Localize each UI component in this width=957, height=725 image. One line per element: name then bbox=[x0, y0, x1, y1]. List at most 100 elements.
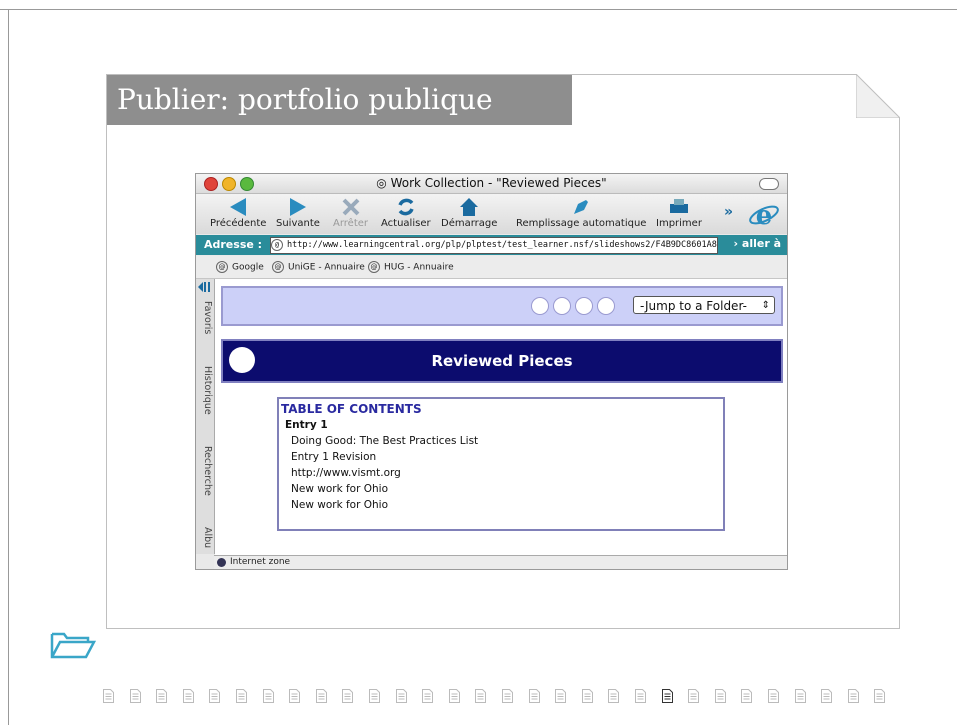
slide-title-bar: Publier: portfolio publique bbox=[107, 75, 572, 125]
page-banner: Reviewed Pieces bbox=[221, 339, 783, 383]
slide-page-icon[interactable] bbox=[502, 689, 513, 703]
favorite-hug[interactable]: @ HUG - Annuaire bbox=[368, 261, 454, 273]
slide-page-icon[interactable] bbox=[555, 689, 567, 703]
toc-item[interactable]: http://www.vismt.org bbox=[291, 467, 401, 479]
slideshow-navbar: -Jump to a Folder- ⇕ bbox=[221, 286, 783, 326]
banner-title: Reviewed Pieces bbox=[431, 352, 573, 370]
back-arrow-icon bbox=[230, 198, 247, 216]
forward-arrow-icon bbox=[289, 198, 306, 216]
slide-page-navigator bbox=[103, 689, 903, 709]
back-button[interactable]: Précédente bbox=[210, 196, 266, 229]
previous-slide-button[interactable] bbox=[553, 297, 571, 315]
go-button[interactable]: › aller à bbox=[734, 237, 781, 250]
slide-page-icon[interactable] bbox=[741, 689, 753, 703]
home-button[interactable]: Démarrage bbox=[441, 196, 497, 229]
refresh-button[interactable]: Actualiser bbox=[381, 196, 431, 229]
first-slide-button[interactable] bbox=[531, 297, 549, 315]
slide-page-icon[interactable] bbox=[262, 689, 274, 703]
slide-page-icon[interactable] bbox=[369, 689, 380, 703]
slide-page-icon[interactable] bbox=[129, 689, 141, 703]
link-icon: @ bbox=[272, 261, 284, 273]
toc-item[interactable]: New work for Ohio bbox=[291, 483, 388, 495]
slide-page-icon[interactable] bbox=[874, 689, 886, 703]
browser-toolbar: Précédente Suivante Arrêter Actualiser D… bbox=[196, 194, 787, 234]
refresh-icon bbox=[398, 198, 414, 216]
page-content: -Jump to a Folder- ⇕ Reviewed Pieces TABL… bbox=[215, 279, 787, 555]
slide-page-icon[interactable] bbox=[182, 689, 194, 703]
slide-page-icon[interactable] bbox=[608, 689, 620, 703]
favorite-unige[interactable]: @ UniGE - Annuaire bbox=[272, 261, 365, 273]
internet-explorer-logo-icon: e bbox=[749, 201, 779, 231]
slide-page-icon[interactable] bbox=[395, 689, 407, 703]
address-label: Adresse : bbox=[204, 238, 263, 251]
page-icon: @ bbox=[271, 238, 283, 251]
address-input[interactable]: @ http://www.learningcentral.org/plp/plpt… bbox=[270, 237, 718, 254]
table-of-contents: TABLE OF CONTENTS Entry 1 Doing Good: Th… bbox=[277, 397, 725, 531]
sidebar-tab-album[interactable]: Albu bbox=[197, 527, 213, 548]
window-title: ◎ Work Collection - "Reviewed Pieces" bbox=[376, 176, 607, 190]
globe-icon bbox=[217, 558, 226, 567]
select-arrows-icon: ⇕ bbox=[761, 300, 770, 311]
sidebar-toggle-icon[interactable] bbox=[198, 282, 212, 292]
stop-button[interactable]: Arrêter bbox=[333, 196, 368, 229]
slide-page-icon[interactable] bbox=[768, 689, 779, 703]
sidebar-tab-favoris[interactable]: Favoris bbox=[197, 301, 213, 334]
page-corner-fold bbox=[856, 74, 900, 118]
print-button[interactable]: Imprimer bbox=[656, 196, 702, 229]
address-bar: Adresse : @ http://www.learningcentral.or… bbox=[196, 235, 787, 255]
sidebar-tab-historique[interactable]: Historique bbox=[197, 366, 213, 415]
slide-page-icon[interactable] bbox=[289, 689, 301, 703]
slide-page-icon[interactable] bbox=[422, 689, 434, 703]
autofill-button[interactable]: Remplissage automatique bbox=[516, 196, 646, 229]
slide-page-icon[interactable] bbox=[209, 689, 221, 703]
sidebar-tab-recherche[interactable]: Recherche bbox=[197, 446, 213, 496]
toc-item[interactable]: New work for Ohio bbox=[291, 499, 388, 511]
slide-page-icon[interactable] bbox=[103, 689, 114, 703]
printer-icon bbox=[669, 199, 688, 213]
favorite-google[interactable]: @ Google bbox=[216, 261, 264, 273]
link-icon: @ bbox=[368, 261, 380, 273]
current-slide-page-icon[interactable] bbox=[661, 689, 673, 703]
slide-page-icon[interactable] bbox=[342, 689, 354, 703]
pen-icon bbox=[574, 200, 589, 214]
slide-title: Publier: portfolio publique bbox=[117, 83, 493, 116]
slide-page-icon[interactable] bbox=[714, 689, 726, 703]
explorer-sidebar: Favoris Historique Recherche Albu bbox=[196, 279, 215, 554]
toc-item[interactable]: Doing Good: The Best Practices List bbox=[291, 435, 478, 447]
more-button[interactable]: » bbox=[724, 204, 733, 220]
folder-icon[interactable] bbox=[50, 630, 96, 660]
toolbar-toggle-button[interactable] bbox=[759, 178, 779, 190]
slide-page-icon[interactable] bbox=[821, 689, 833, 703]
frame-top-line bbox=[0, 9, 957, 10]
toc-entry[interactable]: Entry 1 bbox=[285, 419, 328, 431]
slide-page-icon[interactable] bbox=[794, 689, 806, 703]
favorites-bar: @ Google @ UniGE - Annuaire @ HUG - Annuair… bbox=[196, 256, 787, 279]
home-icon bbox=[460, 198, 479, 216]
stop-x-icon bbox=[342, 198, 359, 216]
window-titlebar: ◎ Work Collection - "Reviewed Pieces" bbox=[196, 174, 787, 194]
frame-left-line bbox=[8, 9, 9, 725]
status-bar: Internet zone bbox=[214, 555, 787, 569]
slide-page-icon[interactable] bbox=[236, 689, 247, 703]
status-text: Internet zone bbox=[230, 557, 291, 567]
slide-page-icon[interactable] bbox=[581, 689, 593, 703]
jump-to-folder-select[interactable]: -Jump to a Folder- ⇕ bbox=[633, 296, 775, 314]
link-icon: @ bbox=[216, 261, 228, 273]
slide-page-icon[interactable] bbox=[315, 689, 327, 703]
page-icon: ◎ bbox=[376, 176, 391, 190]
slide: Publier: portfolio publique ◎ Work Colle… bbox=[106, 74, 900, 629]
slide-page-icon[interactable] bbox=[528, 689, 540, 703]
slide-page-icon[interactable] bbox=[847, 689, 859, 703]
slide-page-icon[interactable] bbox=[475, 689, 487, 703]
forward-button[interactable]: Suivante bbox=[276, 196, 320, 229]
last-slide-button[interactable] bbox=[597, 297, 615, 315]
next-slide-button[interactable] bbox=[575, 297, 593, 315]
toc-heading: TABLE OF CONTENTS bbox=[281, 402, 422, 416]
slide-page-icon[interactable] bbox=[448, 689, 460, 703]
slide-page-icon[interactable] bbox=[688, 689, 700, 703]
slide-page-icon[interactable] bbox=[635, 689, 646, 703]
toc-item[interactable]: Entry 1 Revision bbox=[291, 451, 376, 463]
browser-window: ◎ Work Collection - "Reviewed Pieces" Pr… bbox=[195, 173, 788, 570]
slide-page-icon[interactable] bbox=[156, 689, 168, 703]
svg-text:e: e bbox=[756, 201, 773, 231]
